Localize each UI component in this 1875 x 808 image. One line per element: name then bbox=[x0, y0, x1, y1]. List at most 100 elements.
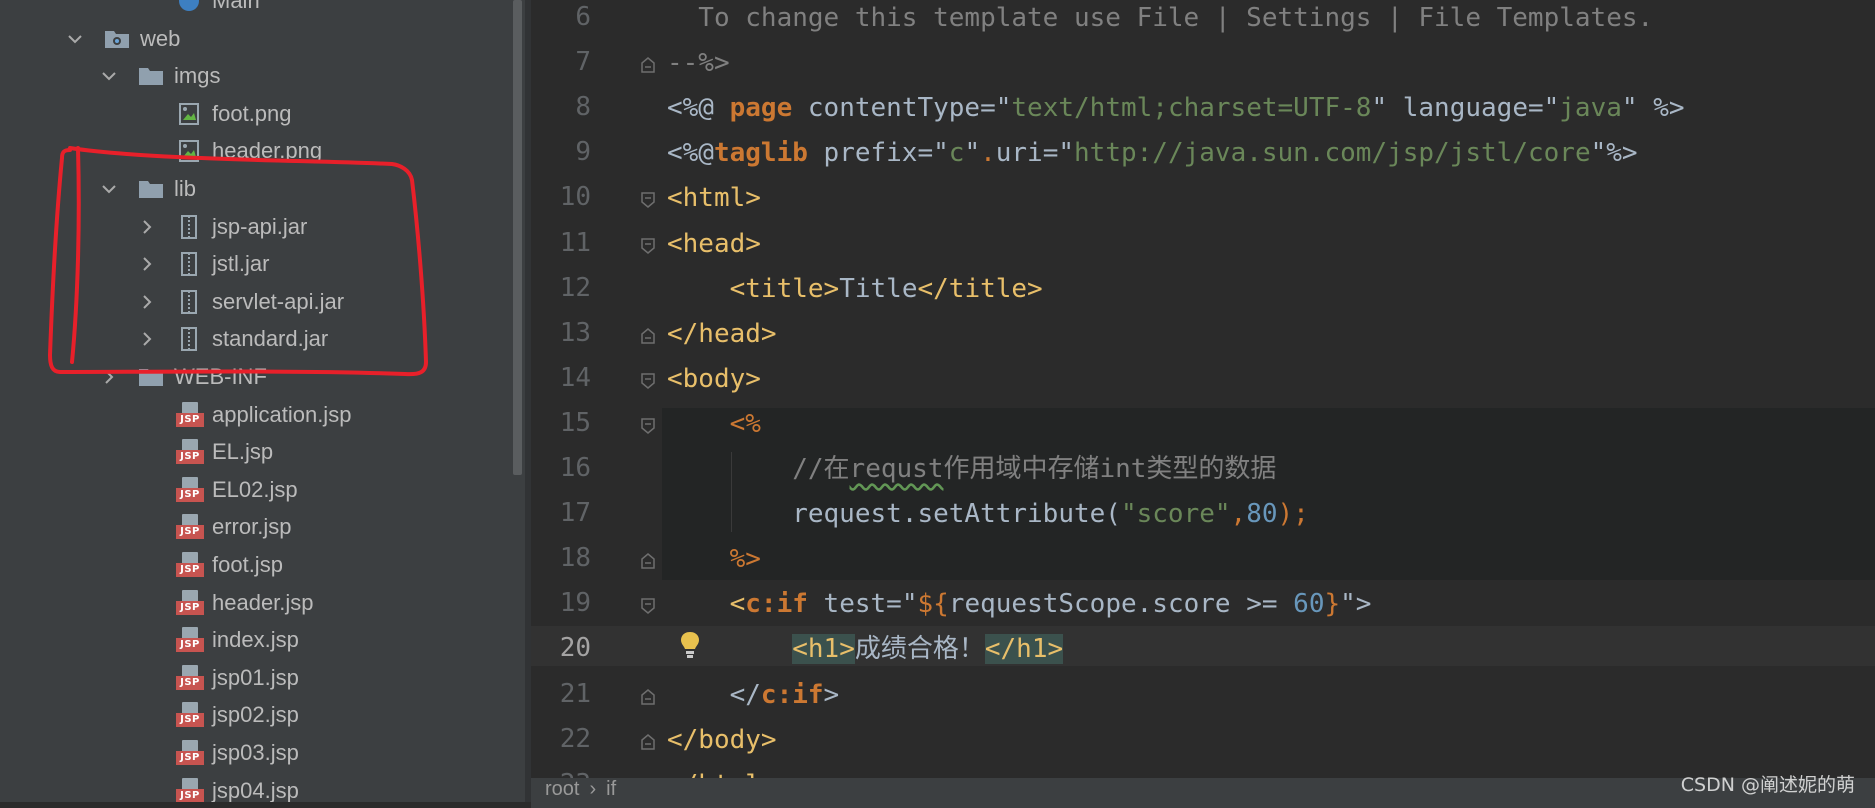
code-line[interactable]: %> bbox=[667, 539, 761, 579]
jsp-file-icon: JSP bbox=[176, 401, 204, 428]
code-token: <head> bbox=[667, 228, 761, 259]
code-token: > bbox=[823, 679, 840, 710]
project-tree-scrollbar[interactable] bbox=[510, 0, 525, 802]
code-token: <html> bbox=[667, 183, 761, 214]
tree-item[interactable]: jstl.jar bbox=[0, 246, 510, 282]
tree-item-label: jsp-api.jar bbox=[212, 213, 308, 239]
chevron-right-icon[interactable] bbox=[138, 330, 156, 348]
code-line[interactable]: To change this template use File | Setti… bbox=[667, 0, 1653, 38]
jsp-file-icon: JSP bbox=[176, 777, 204, 802]
tree-item[interactable]: JSP jsp01.jsp bbox=[0, 660, 510, 696]
web-folder-icon bbox=[104, 27, 130, 51]
chevron-right-icon[interactable] bbox=[138, 218, 156, 236]
code-line[interactable]: </head> bbox=[667, 314, 777, 354]
code-token: " bbox=[964, 138, 981, 169]
line-number: 6 bbox=[575, 2, 591, 32]
tree-item[interactable]: JSP index.jsp bbox=[0, 622, 510, 658]
code-token: <body> bbox=[667, 363, 761, 394]
tree-item[interactable]: Main bbox=[0, 0, 510, 19]
jsp-file-icon: JSP bbox=[176, 627, 204, 653]
code-token: test=" bbox=[807, 589, 918, 620]
tree-item-label: foot.png bbox=[212, 100, 292, 126]
tree-item-label: EL02.jsp bbox=[212, 476, 298, 502]
code-line[interactable]: --%> bbox=[667, 43, 730, 83]
tree-item[interactable]: standard.jar bbox=[0, 321, 510, 357]
code-line[interactable]: <h1>成绩合格！</h1> bbox=[667, 629, 1064, 669]
fold-marker-icon[interactable] bbox=[641, 733, 655, 750]
code-line[interactable]: </c:if> bbox=[667, 675, 840, 715]
code-line[interactable]: //在requst作用域中存储int类型的数据 bbox=[667, 449, 1276, 489]
line-number: 12 bbox=[559, 272, 591, 303]
fold-marker-icon[interactable] bbox=[641, 553, 655, 569]
chevron-right-icon[interactable] bbox=[138, 255, 156, 273]
image-file-icon bbox=[176, 102, 202, 126]
tree-item-label: web bbox=[140, 25, 181, 51]
code-line[interactable]: request.setAttribute("score",80); bbox=[667, 494, 1309, 534]
tree-item[interactable]: jsp-api.jar bbox=[0, 209, 510, 245]
code-token: requestScope.score >= bbox=[948, 589, 1294, 620]
chevron-down-icon[interactable] bbox=[66, 30, 84, 48]
code-token: c:if bbox=[745, 589, 808, 620]
code-token: prefix=" bbox=[807, 138, 949, 169]
tree-item[interactable]: imgs bbox=[0, 58, 510, 94]
fold-marker-icon[interactable] bbox=[641, 418, 655, 434]
line-number: 13 bbox=[559, 317, 591, 348]
tree-item[interactable]: lib bbox=[0, 171, 510, 207]
code-line[interactable]: </body> bbox=[667, 720, 777, 760]
code-line[interactable]: <head> bbox=[667, 224, 761, 264]
code-token: request.setAttribute( bbox=[667, 499, 1121, 530]
tree-item[interactable]: WEB-INF bbox=[0, 359, 510, 395]
code-token: Title bbox=[839, 273, 918, 304]
tree-item[interactable]: JSP jsp03.jsp bbox=[0, 735, 510, 771]
tree-item[interactable]: servlet-api.jar bbox=[0, 284, 510, 320]
code-line[interactable]: <body> bbox=[667, 359, 761, 399]
image-file-icon bbox=[176, 139, 202, 163]
tree-item[interactable]: JSP jsp04.jsp bbox=[0, 773, 510, 802]
fold-marker-icon[interactable] bbox=[641, 373, 655, 389]
tree-item[interactable]: web bbox=[0, 21, 510, 57]
code-token: --%> bbox=[667, 48, 730, 79]
fold-marker-icon[interactable] bbox=[641, 192, 655, 209]
jsp-file-icon: JSP bbox=[176, 702, 204, 728]
code-line[interactable]: <%@taglib prefix="c".uri="http://java.su… bbox=[667, 133, 1638, 173]
fold-marker-icon[interactable] bbox=[641, 688, 655, 705]
breadcrumb-item-root[interactable]: root bbox=[545, 778, 579, 801]
code-line[interactable]: <%@ page contentType="text/html;charset=… bbox=[667, 88, 1685, 128]
breadcrumb-item-if[interactable]: if bbox=[606, 778, 616, 801]
tree-item[interactable]: foot.png bbox=[0, 96, 510, 132]
fold-marker-icon[interactable] bbox=[641, 237, 655, 254]
tree-item[interactable]: JSP EL.jsp bbox=[0, 434, 510, 470]
tree-item-label: standard.jar bbox=[212, 326, 329, 352]
chevron-right-icon[interactable] bbox=[138, 293, 156, 311]
chevron-right-icon[interactable] bbox=[100, 368, 118, 386]
fold-marker-icon[interactable] bbox=[641, 598, 655, 615]
folder-icon bbox=[138, 64, 164, 88]
tree-item-label: foot.jsp bbox=[212, 552, 283, 577]
chevron-down-icon[interactable] bbox=[100, 67, 118, 85]
fold-marker-icon[interactable] bbox=[641, 57, 655, 73]
code-line[interactable]: <% bbox=[667, 404, 761, 444]
tree-item[interactable]: JSP foot.jsp bbox=[0, 547, 510, 583]
scrollbar-thumb[interactable] bbox=[513, 0, 522, 475]
tree-item[interactable]: header.png bbox=[0, 133, 510, 169]
code-token: "score" bbox=[1120, 499, 1231, 530]
chevron-down-icon[interactable] bbox=[100, 180, 118, 198]
line-number: 17 bbox=[559, 498, 591, 529]
tree-item[interactable]: JSP header.jsp bbox=[0, 585, 510, 621]
jsp-file-icon: JSP bbox=[176, 476, 204, 503]
tree-item[interactable]: JSP jsp02.jsp bbox=[0, 697, 510, 733]
tree-item[interactable]: JSP application.jsp bbox=[0, 397, 510, 433]
lightbulb-icon[interactable] bbox=[678, 630, 702, 662]
tree-item[interactable]: JSP error.jsp bbox=[0, 509, 510, 545]
fold-marker-icon[interactable] bbox=[641, 327, 655, 344]
project-tree[interactable]: Main web imgs foot.png header.png lib jsp-api.… bbox=[0, 0, 510, 802]
folder-icon bbox=[138, 365, 164, 389]
code-token: </body> bbox=[667, 724, 777, 755]
code-line[interactable]: <c:if test="${requestScope.score >= 60}"… bbox=[667, 584, 1372, 624]
code-line[interactable]: <title>Title</title> bbox=[667, 269, 1043, 309]
code-token: } bbox=[1324, 589, 1341, 620]
tree-item[interactable]: JSP EL02.jsp bbox=[0, 472, 510, 508]
code-line[interactable]: <html> bbox=[667, 178, 761, 218]
code-editor[interactable]: 6 To change this template use File | Set… bbox=[531, 0, 1875, 802]
